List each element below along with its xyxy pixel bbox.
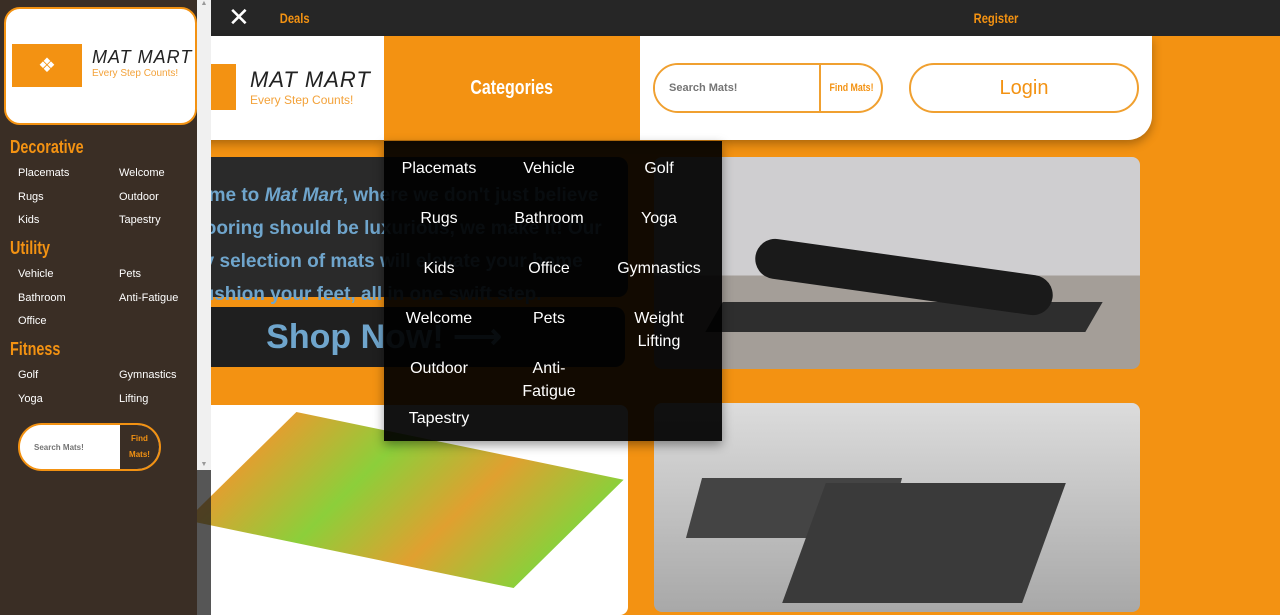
menu-item-vehicle[interactable]: Vehicle <box>494 145 604 195</box>
sidebar-brand-name: MAT MART <box>92 47 193 67</box>
deals-link[interactable]: Deals <box>280 10 310 26</box>
menu-item-office[interactable]: Office <box>494 245 604 295</box>
sidebar-item-vehicle[interactable]: Vehicle <box>18 268 119 292</box>
sidebar-item-yoga[interactable]: Yoga <box>18 393 119 417</box>
login-button[interactable]: Login <box>909 63 1139 113</box>
categories-label: Categories <box>470 77 554 99</box>
sidebar-brand-tagline: Every Step Counts! <box>92 68 179 79</box>
sidebar-item-placemats[interactable]: Placemats <box>18 167 119 191</box>
sidebar-find-mats-button[interactable]: Find Mats! <box>120 425 159 469</box>
menu-item-yoga[interactable]: Yoga <box>604 195 714 245</box>
find-mats-label: Find Mats! <box>829 82 873 94</box>
menu-item-golf[interactable]: Golf <box>604 145 714 195</box>
menu-item-anti-fatigue[interactable]: Anti-Fatigue <box>494 345 604 400</box>
section-fitness: Fitness <box>10 339 61 359</box>
menu-item-tapestry[interactable]: Tapestry <box>384 395 494 445</box>
menu-empty <box>604 345 714 395</box>
menu-item-gymnastics[interactable]: Gymnastics <box>604 245 714 295</box>
utility-list: Vehicle Pets Bathroom Anti-Fatigue Offic… <box>18 268 199 339</box>
brand-tagline: Every Step Counts! <box>250 93 354 107</box>
scroll-down-icon[interactable]: ▼ <box>197 461 211 468</box>
sidebar-item-bathroom[interactable]: Bathroom <box>18 292 119 316</box>
search-input[interactable] <box>655 65 819 111</box>
sidebar: ❖ MAT MART Every Step Counts! Decorative … <box>0 0 197 615</box>
menu-item-outdoor[interactable]: Outdoor <box>384 345 494 395</box>
sidebar-item-lifting[interactable]: Lifting <box>119 393 199 417</box>
sidebar-item-outdoor[interactable]: Outdoor <box>119 191 199 215</box>
brand-name: MAT MART <box>250 67 371 92</box>
fitness-list: Golf Gymnastics Yoga Lifting <box>18 369 199 416</box>
sidebar-scrollbar[interactable]: ▲ ▼ <box>197 0 211 470</box>
logo-flower-icon: ❖ <box>12 44 82 87</box>
categories-button[interactable]: Categories <box>384 36 640 140</box>
sidebar-item-anti-fatigue[interactable]: Anti-Fatigue <box>119 292 199 316</box>
logo[interactable]: MAT MART Every Step Counts! <box>200 64 371 110</box>
kitchen-mat-image[interactable] <box>654 403 1140 612</box>
sidebar-item-welcome[interactable]: Welcome <box>119 167 199 191</box>
menu-item-weight-lifting[interactable]: Weight Lifting <box>604 295 714 350</box>
menu-item-welcome[interactable]: Welcome <box>384 295 494 345</box>
sidebar-search-input[interactable] <box>20 425 120 469</box>
sidebar-item-kids[interactable]: Kids <box>18 214 119 238</box>
section-utility: Utility <box>10 238 51 258</box>
menu-item-placemats[interactable]: Placemats <box>384 145 494 195</box>
menu-item-bathroom[interactable]: Bathroom <box>494 195 604 245</box>
hero-brand: Mat Mart <box>264 185 343 206</box>
sidebar-item-pets[interactable]: Pets <box>119 268 199 292</box>
scroll-up-icon[interactable]: ▲ <box>197 0 211 7</box>
header: MAT MARTEvery Step Counts! Categories Fi… <box>140 36 1152 140</box>
sidebar-item-golf[interactable]: Golf <box>18 369 119 393</box>
register-link[interactable]: Register <box>974 10 1019 26</box>
sidebar-item-office[interactable]: Office <box>18 315 119 339</box>
yoga-mat-image[interactable] <box>654 157 1140 369</box>
decorative-list: Placemats Welcome Rugs Outdoor Kids Tape… <box>18 167 199 238</box>
categories-dropdown: Placemats Vehicle Golf Rugs Bathroom Yog… <box>384 141 722 441</box>
sidebar-logo[interactable]: ❖ MAT MART Every Step Counts! <box>4 7 197 125</box>
close-icon[interactable]: ✕ <box>228 2 250 33</box>
sidebar-item-tapestry[interactable]: Tapestry <box>119 214 199 238</box>
section-decorative: Decorative <box>10 137 84 157</box>
sidebar-search-form: Find Mats! <box>18 423 161 471</box>
menu-item-rugs[interactable]: Rugs <box>384 195 494 245</box>
sidebar-item-rugs[interactable]: Rugs <box>18 191 119 215</box>
find-mats-button[interactable]: Find Mats! <box>819 65 881 111</box>
menu-item-kids[interactable]: Kids <box>384 245 494 295</box>
search-form: Find Mats! <box>653 63 883 113</box>
sidebar-item-gymnastics[interactable]: Gymnastics <box>119 369 199 393</box>
menu-item-pets[interactable]: Pets <box>494 295 604 345</box>
